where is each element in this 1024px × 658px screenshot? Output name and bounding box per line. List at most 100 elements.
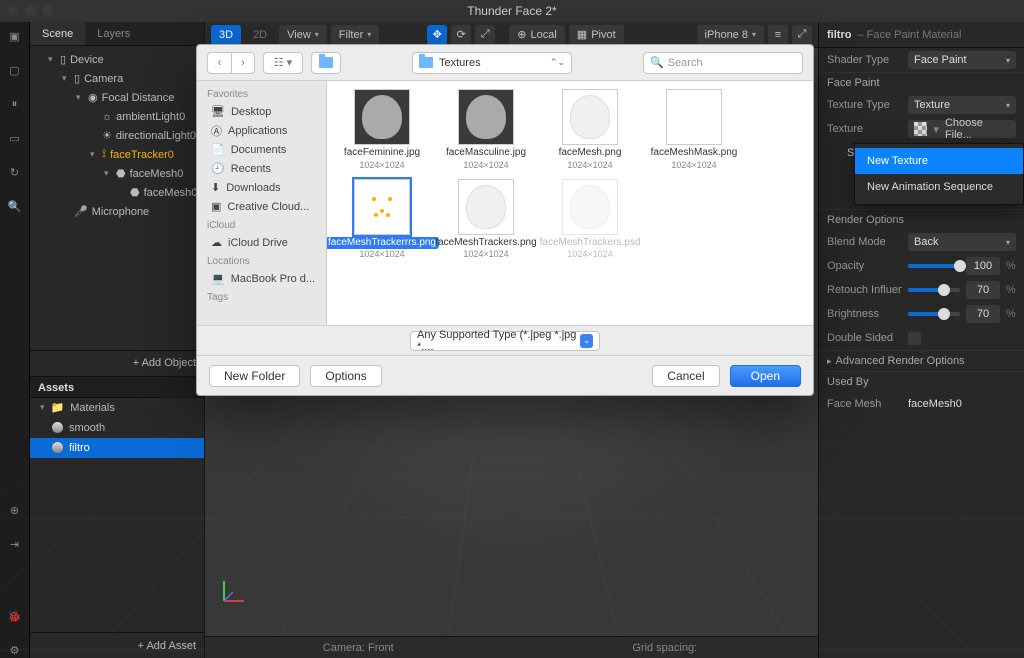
finder-search[interactable]: 🔍 Search xyxy=(643,52,803,74)
grp-tags: Tags xyxy=(197,288,326,305)
mode-2d[interactable]: 2D xyxy=(245,25,275,45)
min-dot[interactable] xyxy=(25,5,36,16)
nav-back-button[interactable]: ‹ xyxy=(207,52,231,74)
file-item[interactable]: faceMeshTrackers.png1024×1024 xyxy=(441,179,531,261)
blend-label: Blend Mode xyxy=(827,236,902,248)
local-toggle[interactable]: ⊕ Local xyxy=(509,25,565,45)
nav-fwd-button[interactable]: › xyxy=(231,52,255,74)
scale-tool-icon[interactable]: ⤢ xyxy=(475,25,495,45)
bright-label: Brightness xyxy=(827,308,902,320)
folder-path-dropdown[interactable]: Textures⌃⌄ xyxy=(412,52,572,74)
tex-type-label: Texture Type xyxy=(827,99,902,111)
device-select[interactable]: iPhone 8▾ xyxy=(697,25,764,45)
rotate-tool-icon[interactable]: ⟳ xyxy=(451,25,471,45)
file-open-dialog: ‹ › ☷ ▾ Textures⌃⌄ 🔍 Search Favorites 🖥 … xyxy=(196,44,814,396)
camera-tool-icon[interactable]: ▢ xyxy=(7,62,23,78)
section-facepaint: Face Paint xyxy=(819,72,1024,93)
section-advanced[interactable]: ▸Advanced Render Options xyxy=(819,350,1024,371)
grp-icloud: iCloud xyxy=(197,216,326,233)
viewport-status: Camera: Front Grid spacing: xyxy=(205,636,818,658)
inspector-title: filtro xyxy=(827,29,851,41)
shader-type-select[interactable]: Face Paint▾ xyxy=(908,51,1016,69)
cancel-button[interactable]: Cancel xyxy=(652,365,719,387)
file-item[interactable]: faceMeshTrackerrrs.png1024×1024 xyxy=(337,179,427,261)
tex-type-select[interactable]: Texture▾ xyxy=(908,96,1016,114)
grid-label: Grid spacing: xyxy=(512,642,819,654)
retouch-value[interactable]: 70 xyxy=(966,281,1000,299)
pivot-toggle[interactable]: ▦ Pivot xyxy=(569,25,624,45)
tree-ambient[interactable]: ☼ ambientLight0 xyxy=(30,107,204,126)
max-dot[interactable] xyxy=(42,5,53,16)
scene-tool-icon[interactable]: ▣ xyxy=(7,28,23,44)
filter-dropdown[interactable]: Filter▾ xyxy=(331,25,379,45)
double-sided-checkbox[interactable] xyxy=(908,332,921,345)
options-button[interactable]: Options xyxy=(310,365,381,387)
file-type-select[interactable]: Any Supported Type (*.jpeg *.jpg *....⌄ xyxy=(410,331,600,351)
grp-favorites: Favorites xyxy=(197,85,326,102)
side-desktop[interactable]: 🖥 Desktop xyxy=(197,102,326,121)
side-cc[interactable]: ▣ Creative Cloud... xyxy=(197,197,326,216)
file-item[interactable]: faceFeminine.jpg1024×1024 xyxy=(337,89,427,171)
window-traffic-lights xyxy=(8,5,53,16)
retouch-slider[interactable] xyxy=(908,288,960,292)
tree-facemesh-child[interactable]: ⬣ faceMesh0 xyxy=(30,183,204,202)
tree-mic[interactable]: 🎤 Microphone xyxy=(30,202,204,221)
tree-camera[interactable]: ▾▯ Camera xyxy=(30,69,204,88)
tree-facetracker[interactable]: ▾⟟ faceTracker0 xyxy=(30,145,204,164)
side-icloud[interactable]: ☁ iCloud Drive xyxy=(197,233,326,252)
file-item[interactable]: faceMasculine.jpg1024×1024 xyxy=(441,89,531,171)
new-folder-button[interactable]: New Folder xyxy=(209,365,300,387)
refresh-icon[interactable]: ↻ xyxy=(7,164,23,180)
bright-slider[interactable] xyxy=(908,312,960,316)
add-object-button[interactable]: + Add Object xyxy=(30,350,204,376)
opacity-slider[interactable] xyxy=(908,264,960,268)
move-tool-icon[interactable]: ✥ xyxy=(427,25,447,45)
pause-icon[interactable]: ⏸ xyxy=(7,96,23,112)
tab-scene[interactable]: Scene xyxy=(30,22,85,45)
tree-focal[interactable]: ▾◉ Focal Distance xyxy=(30,88,204,107)
side-downloads[interactable]: ⬇ Downloads xyxy=(197,178,326,197)
ctx-new-texture[interactable]: New Texture xyxy=(855,148,1023,174)
open-button[interactable]: Open xyxy=(730,365,801,387)
folder-icon xyxy=(419,57,433,68)
ctx-new-anim-seq[interactable]: New Animation Sequence xyxy=(855,174,1023,200)
texture-context-menu: New Texture New Animation Sequence xyxy=(854,143,1024,205)
axis-gizmo-icon xyxy=(219,576,249,606)
shader-type-label: Shader Type xyxy=(827,54,902,66)
side-apps[interactable]: Ⓐ Applications xyxy=(197,121,326,140)
window-title: Thunder Face 2* xyxy=(0,0,1024,22)
view-mode-button[interactable]: ☷ ▾ xyxy=(263,52,303,74)
side-recents[interactable]: 🕘 Recents xyxy=(197,159,326,178)
opacity-value[interactable]: 100 xyxy=(966,257,1000,275)
checker-icon xyxy=(914,122,927,136)
file-item[interactable]: faceMeshMask.png1024×1024 xyxy=(649,89,739,171)
tree-device[interactable]: ▾▯ Device xyxy=(30,50,204,69)
finder-toolbar: ‹ › ☷ ▾ Textures⌃⌄ 🔍 Search xyxy=(197,45,813,81)
bright-value[interactable]: 70 xyxy=(966,305,1000,323)
expand-icon[interactable]: ⤢ xyxy=(792,25,812,45)
camera-label: Camera: Front xyxy=(205,642,512,654)
mode-3d[interactable]: 3D xyxy=(211,25,241,45)
section-render: Render Options xyxy=(819,209,1024,230)
finder-file-grid: faceFeminine.jpg1024×1024faceMasculine.j… xyxy=(327,81,813,325)
choose-file-button[interactable]: ▾Choose File... xyxy=(908,120,1016,138)
retouch-label: Retouch Influence xyxy=(827,284,902,296)
side-docs[interactable]: 📄 Documents xyxy=(197,140,326,159)
blend-select[interactable]: Back▾ xyxy=(908,233,1016,251)
device-icon[interactable]: ▭ xyxy=(7,130,23,146)
tree-facemesh[interactable]: ▾⬣ faceMesh0 xyxy=(30,164,204,183)
file-item[interactable]: faceMesh.png1024×1024 xyxy=(545,89,635,171)
grp-locations: Locations xyxy=(197,252,326,269)
layout-icon[interactable]: ≡ xyxy=(768,25,788,45)
scene-tree: ▾▯ Device ▾▯ Camera ▾◉ Focal Distance ☼ … xyxy=(30,46,204,225)
tab-layers[interactable]: Layers xyxy=(85,22,142,45)
tree-dirlight[interactable]: ☀ directionalLight0 xyxy=(30,126,204,145)
opacity-label: Opacity xyxy=(827,260,902,272)
dbl-label: Double Sided xyxy=(827,332,902,344)
close-dot[interactable] xyxy=(8,5,19,16)
view-dropdown[interactable]: View▾ xyxy=(279,25,327,45)
group-button[interactable] xyxy=(311,52,341,74)
inspector-subtitle: – Face Paint Material xyxy=(857,29,961,41)
search-icon[interactable]: 🔍 xyxy=(7,198,23,214)
side-mbp[interactable]: 💻 MacBook Pro d... xyxy=(197,269,326,288)
